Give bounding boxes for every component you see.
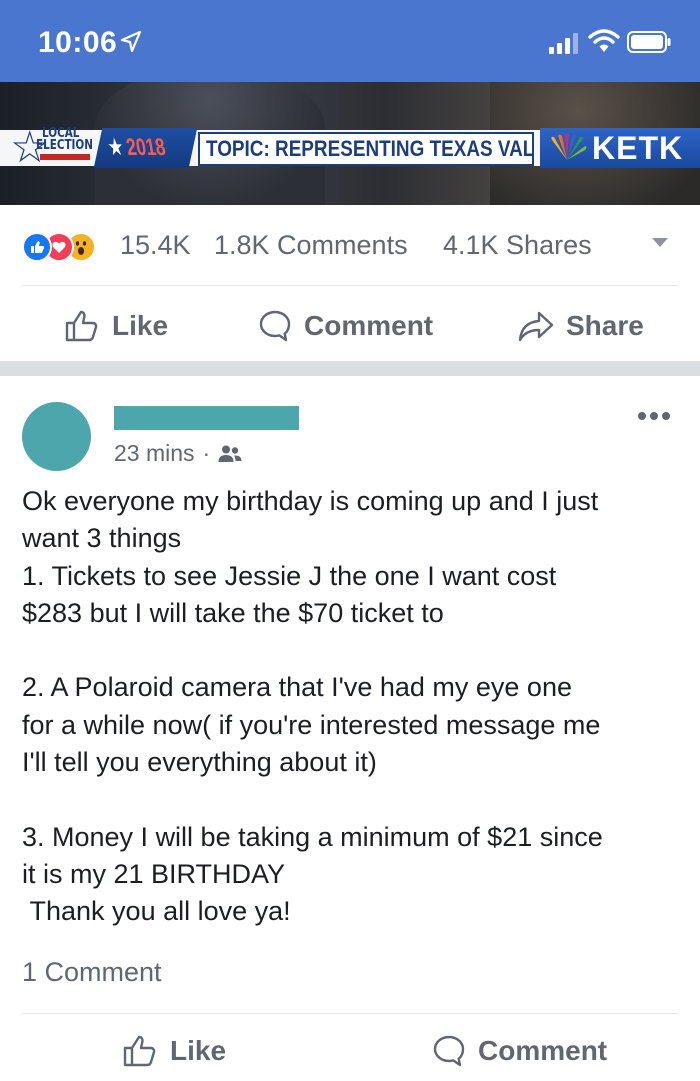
comment-button-label: Comment — [304, 310, 434, 341]
comments-count-link[interactable]: 1.8K Comments — [214, 230, 408, 261]
author-name-redacted[interactable] — [114, 406, 299, 430]
election-year-badge: ★2018 — [93, 128, 198, 168]
thumbs-up-icon — [123, 1035, 156, 1067]
shared-video-frame[interactable]: ☆ LOCAL ELECTION ★2018 TOPIC: REPRESENTI… — [0, 82, 700, 205]
more-options-icon[interactable] — [638, 412, 670, 420]
like-button[interactable]: Like — [64, 306, 168, 346]
news-topic-banner: TOPIC: REPRESENTING TEXAS VALUES — [198, 132, 534, 166]
reaction-count[interactable]: 15.4K — [120, 230, 191, 261]
channel-logo: KETK — [540, 128, 700, 168]
like-button-label: Like — [112, 310, 169, 341]
post-meta: 23 mins · — [114, 440, 242, 467]
wifi-icon — [588, 29, 620, 52]
divider — [22, 285, 678, 286]
local-election-logo: ☆ LOCAL ELECTION — [10, 123, 93, 172]
post-timestamp[interactable]: 23 mins — [114, 440, 195, 467]
avatar[interactable] — [22, 402, 91, 471]
post-body: Ok everyone my birthday is coming up and… — [22, 486, 603, 927]
reaction-icons[interactable] — [22, 232, 122, 262]
comment-bubble-icon — [259, 310, 291, 342]
shares-count-link[interactable]: 4.1K Shares — [443, 230, 592, 261]
status-time: 10:06 — [38, 26, 118, 59]
cellular-signal-icon — [549, 33, 578, 54]
nbc-peacock-icon — [551, 134, 587, 160]
share-arrow-icon — [518, 311, 554, 342]
post-comment-button[interactable]: Comment — [432, 1031, 607, 1071]
meta-separator: · — [202, 440, 211, 466]
friends-icon[interactable] — [218, 444, 242, 464]
caret-down-icon[interactable] — [652, 238, 668, 247]
battery-icon — [627, 31, 671, 53]
comment-button[interactable]: Comment — [258, 306, 433, 346]
location-arrow-icon — [120, 30, 142, 53]
divider — [22, 1013, 678, 1014]
comment-bubble-icon — [433, 1035, 465, 1067]
post-comment-label: Comment — [478, 1035, 608, 1066]
news-lower-third: ☆ LOCAL ELECTION ★2018 TOPIC: REPRESENTI… — [0, 122, 700, 172]
post-like-button[interactable]: Like — [122, 1031, 226, 1071]
share-button[interactable]: Share — [518, 306, 644, 346]
thumbs-up-icon — [65, 310, 98, 342]
status-bar: 10:06 — [0, 0, 700, 82]
post-comment-count[interactable]: 1 Comment — [22, 957, 162, 988]
post-like-label: Like — [170, 1035, 227, 1066]
like-reaction-icon — [22, 232, 52, 262]
share-button-label: Share — [566, 310, 644, 341]
